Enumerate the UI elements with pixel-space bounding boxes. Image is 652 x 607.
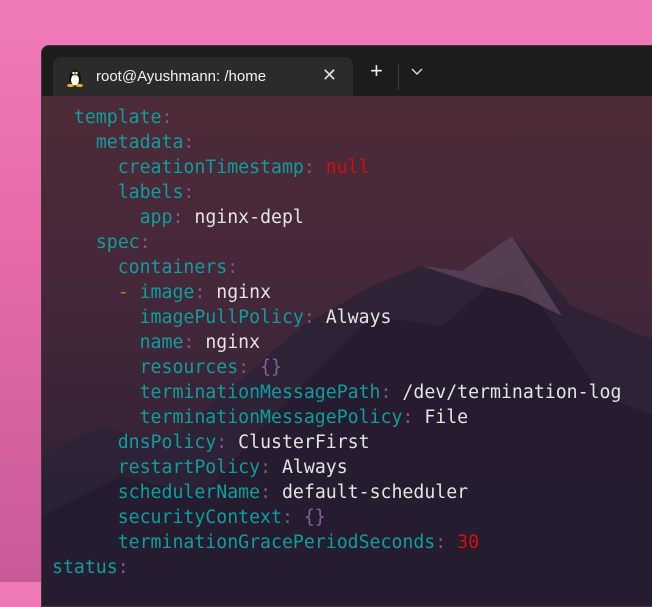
yaml-value: Always xyxy=(281,457,348,478)
output-line: terminationMessagePath: /dev/termination… xyxy=(52,380,622,405)
output-line: creationTimestamp: null xyxy=(52,155,621,180)
output-line: - image: nginx xyxy=(52,280,621,305)
output-line: terminationMessagePolicy: File xyxy=(52,405,621,430)
new-tab-button[interactable]: + xyxy=(370,60,383,82)
divider xyxy=(398,64,399,90)
yaml-value: File xyxy=(424,407,469,428)
yaml-key: terminationMessagePolicy xyxy=(139,407,403,428)
yaml-value: ClusterFirst xyxy=(238,432,370,453)
yaml-value: Always xyxy=(325,307,392,328)
yaml-key: terminationMessagePath xyxy=(139,382,381,403)
yaml-key: name xyxy=(139,332,184,353)
output-line: securityContext: {} xyxy=(52,505,621,530)
yaml-value: default-scheduler xyxy=(281,482,469,503)
yaml-colon: : xyxy=(380,382,403,403)
chevron-down-icon[interactable] xyxy=(409,66,425,78)
yaml-value: null xyxy=(325,157,370,178)
output-line: resources: {} xyxy=(52,355,621,380)
yaml-colon: : xyxy=(183,332,206,353)
yaml-colon: : xyxy=(260,482,282,503)
output-line: metadata: xyxy=(52,130,621,155)
output-line: status: xyxy=(52,555,621,580)
yaml-key: imagePullPolicy xyxy=(139,307,304,328)
yaml-key: containers xyxy=(117,257,228,278)
output-line: containers: xyxy=(52,255,621,280)
yaml-colon: : xyxy=(172,207,195,228)
output-line: template: xyxy=(52,105,621,130)
yaml-key: image xyxy=(139,282,195,303)
yaml-key: status xyxy=(52,557,118,578)
yaml-colon: : xyxy=(183,132,195,153)
yaml-colon: : xyxy=(260,457,282,478)
output-line: imagePullPolicy: Always xyxy=(52,305,621,330)
yaml-value: - xyxy=(117,282,140,303)
yaml-value: {} xyxy=(260,357,282,378)
yaml-key: securityContext xyxy=(117,507,282,528)
yaml-colon: : xyxy=(303,307,326,328)
yaml-key: metadata xyxy=(95,132,184,153)
yaml-colon: : xyxy=(303,157,326,178)
yaml-colon: : xyxy=(402,407,425,428)
yaml-key: app xyxy=(139,207,173,228)
yaml-key: labels xyxy=(117,182,184,203)
yaml-colon: : xyxy=(194,282,217,303)
tab-title: root@Ayushmann: /home xyxy=(96,68,267,85)
yaml-colon: : xyxy=(117,557,129,578)
yaml-value: nginx-depl xyxy=(194,207,304,228)
close-tab-icon[interactable]: ✕ xyxy=(322,65,337,86)
output-line: labels: xyxy=(52,180,621,205)
yaml-output: template: metadata: creationTimestamp: n… xyxy=(52,105,621,580)
yaml-colon: : xyxy=(281,507,304,528)
yaml-key: dnsPolicy xyxy=(117,432,217,453)
yaml-key: terminationGracePeriodSeconds xyxy=(117,532,436,553)
terminal-window: root@Ayushmann: /home ✕ + template: meta… xyxy=(41,45,652,607)
yaml-key: restartPolicy xyxy=(117,457,261,478)
tab-bar: root@Ayushmann: /home ✕ + xyxy=(42,46,652,96)
output-line: dnsPolicy: ClusterFirst xyxy=(52,430,621,455)
yaml-value: /dev/termination-log xyxy=(402,382,622,403)
yaml-colon: : xyxy=(238,357,261,378)
yaml-value: 30 xyxy=(457,532,480,553)
yaml-colon: : xyxy=(435,532,458,553)
yaml-value: nginx xyxy=(205,332,261,353)
yaml-colon: : xyxy=(183,182,195,203)
tab-root-home[interactable]: root@Ayushmann: /home ✕ xyxy=(53,57,353,96)
output-line: spec: xyxy=(52,230,621,255)
yaml-key: schedulerName xyxy=(117,482,261,503)
output-line: restartPolicy: Always xyxy=(52,455,621,480)
yaml-colon: : xyxy=(227,257,239,278)
yaml-colon: : xyxy=(216,432,239,453)
yaml-value: {} xyxy=(303,507,326,528)
yaml-colon: : xyxy=(161,107,173,128)
output-line: schedulerName: default-scheduler xyxy=(52,480,621,505)
yaml-value: nginx xyxy=(216,282,272,303)
tux-icon xyxy=(67,69,83,87)
terminal-output[interactable]: template: metadata: creationTimestamp: n… xyxy=(42,96,652,606)
yaml-key: template xyxy=(73,107,162,128)
output-line: app: nginx-depl xyxy=(52,205,621,230)
yaml-key: resources xyxy=(139,357,239,378)
yaml-colon: : xyxy=(139,232,151,253)
output-line: name: nginx xyxy=(52,330,621,355)
yaml-key: creationTimestamp xyxy=(117,157,304,178)
yaml-key: spec xyxy=(95,232,140,253)
output-line: terminationGracePeriodSeconds: 30 xyxy=(52,530,621,555)
